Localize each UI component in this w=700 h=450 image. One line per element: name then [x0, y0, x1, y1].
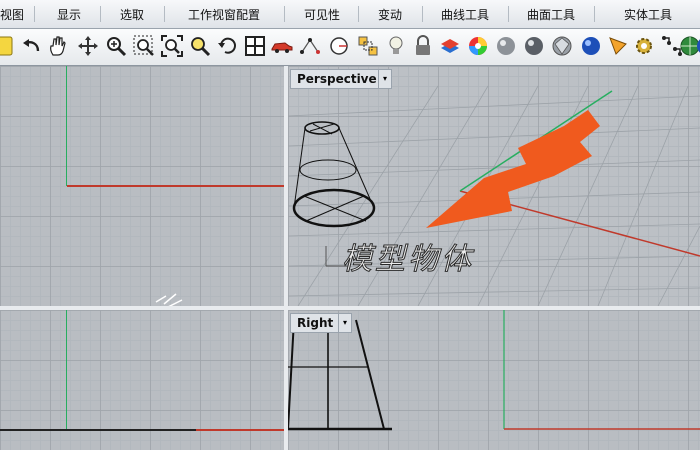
- y-axis-line: [66, 310, 67, 430]
- undo-icon[interactable]: [20, 34, 44, 58]
- tab-visibility[interactable]: 可见性: [290, 3, 354, 27]
- viewport-label-perspective[interactable]: Perspective: [290, 69, 384, 89]
- zoom-window-icon[interactable]: [132, 34, 156, 58]
- pan-hand-icon[interactable]: [46, 34, 70, 58]
- viewport-right[interactable]: Right ▾: [288, 310, 700, 450]
- tab-separator: [284, 6, 285, 22]
- x-axis-line: [196, 429, 284, 431]
- group-icon[interactable]: [356, 34, 380, 58]
- material-sphere-icon[interactable]: [494, 34, 518, 58]
- gear-icon[interactable]: [632, 34, 656, 58]
- note-icon[interactable]: [0, 34, 16, 58]
- select-points-icon[interactable]: [298, 34, 322, 58]
- undo-view-icon[interactable]: [216, 34, 240, 58]
- tab-transform[interactable]: 变动: [362, 3, 418, 27]
- tab-separator: [422, 6, 423, 22]
- tab-viewport-layout[interactable]: 工作视窗配置: [168, 3, 280, 27]
- rotate-view-icon[interactable]: [76, 34, 100, 58]
- layer-icon[interactable]: [438, 34, 462, 58]
- tab-separator: [594, 6, 595, 22]
- tab-curve-tools[interactable]: 曲线工具: [426, 3, 504, 27]
- cursor-icon: [155, 293, 183, 306]
- zoom-extents-icon[interactable]: [160, 34, 184, 58]
- light-bulb-icon[interactable]: [384, 34, 408, 58]
- viewport-label-right[interactable]: Right: [290, 313, 341, 333]
- toolbar: [0, 29, 700, 66]
- viewport-perspective[interactable]: Perspective ▾ 模型物体: [288, 66, 700, 306]
- blue-sphere-icon[interactable]: [579, 34, 603, 58]
- tab-separator: [164, 6, 165, 22]
- tab-display[interactable]: 显示: [40, 3, 98, 27]
- car-icon[interactable]: [270, 34, 294, 58]
- tab-separator: [100, 6, 101, 22]
- tab-surface-tools[interactable]: 曲面工具: [512, 3, 590, 27]
- x-axis-line: [67, 185, 284, 187]
- viewport-top[interactable]: [0, 66, 284, 306]
- render-sphere-icon[interactable]: [522, 34, 546, 58]
- tab-solid-tools[interactable]: 实体工具: [600, 3, 696, 27]
- y-axis-line: [66, 66, 67, 186]
- zoom-selected-icon[interactable]: [188, 34, 212, 58]
- gem-sphere-icon[interactable]: [550, 34, 574, 58]
- tab-separator: [34, 6, 35, 22]
- zoom-icon[interactable]: [104, 34, 128, 58]
- tab-select[interactable]: 选取: [104, 3, 160, 27]
- chevron-down-icon[interactable]: ▾: [338, 313, 352, 333]
- four-viewports-icon[interactable]: [243, 34, 267, 58]
- arrow-annotation: [426, 110, 600, 228]
- dimension-icon[interactable]: [606, 34, 630, 58]
- chevron-down-icon[interactable]: ▾: [378, 69, 392, 89]
- edge-sphere-icon[interactable]: [694, 34, 700, 58]
- tab-separator: [358, 6, 359, 22]
- viewport-front[interactable]: [0, 310, 284, 450]
- tab-view[interactable]: 视图: [0, 3, 30, 27]
- annotation-label: 模型物体: [342, 242, 474, 278]
- circle-icon[interactable]: [327, 34, 351, 58]
- lock-icon[interactable]: [411, 34, 435, 58]
- tab-separator: [508, 6, 509, 22]
- menu-tab-bar: 视图 显示 选取 工作视窗配置 可见性 变动 曲线工具 曲面工具 实体工具: [0, 0, 700, 29]
- color-wheel-icon[interactable]: [466, 34, 490, 58]
- lamp-side-profile: [288, 319, 392, 431]
